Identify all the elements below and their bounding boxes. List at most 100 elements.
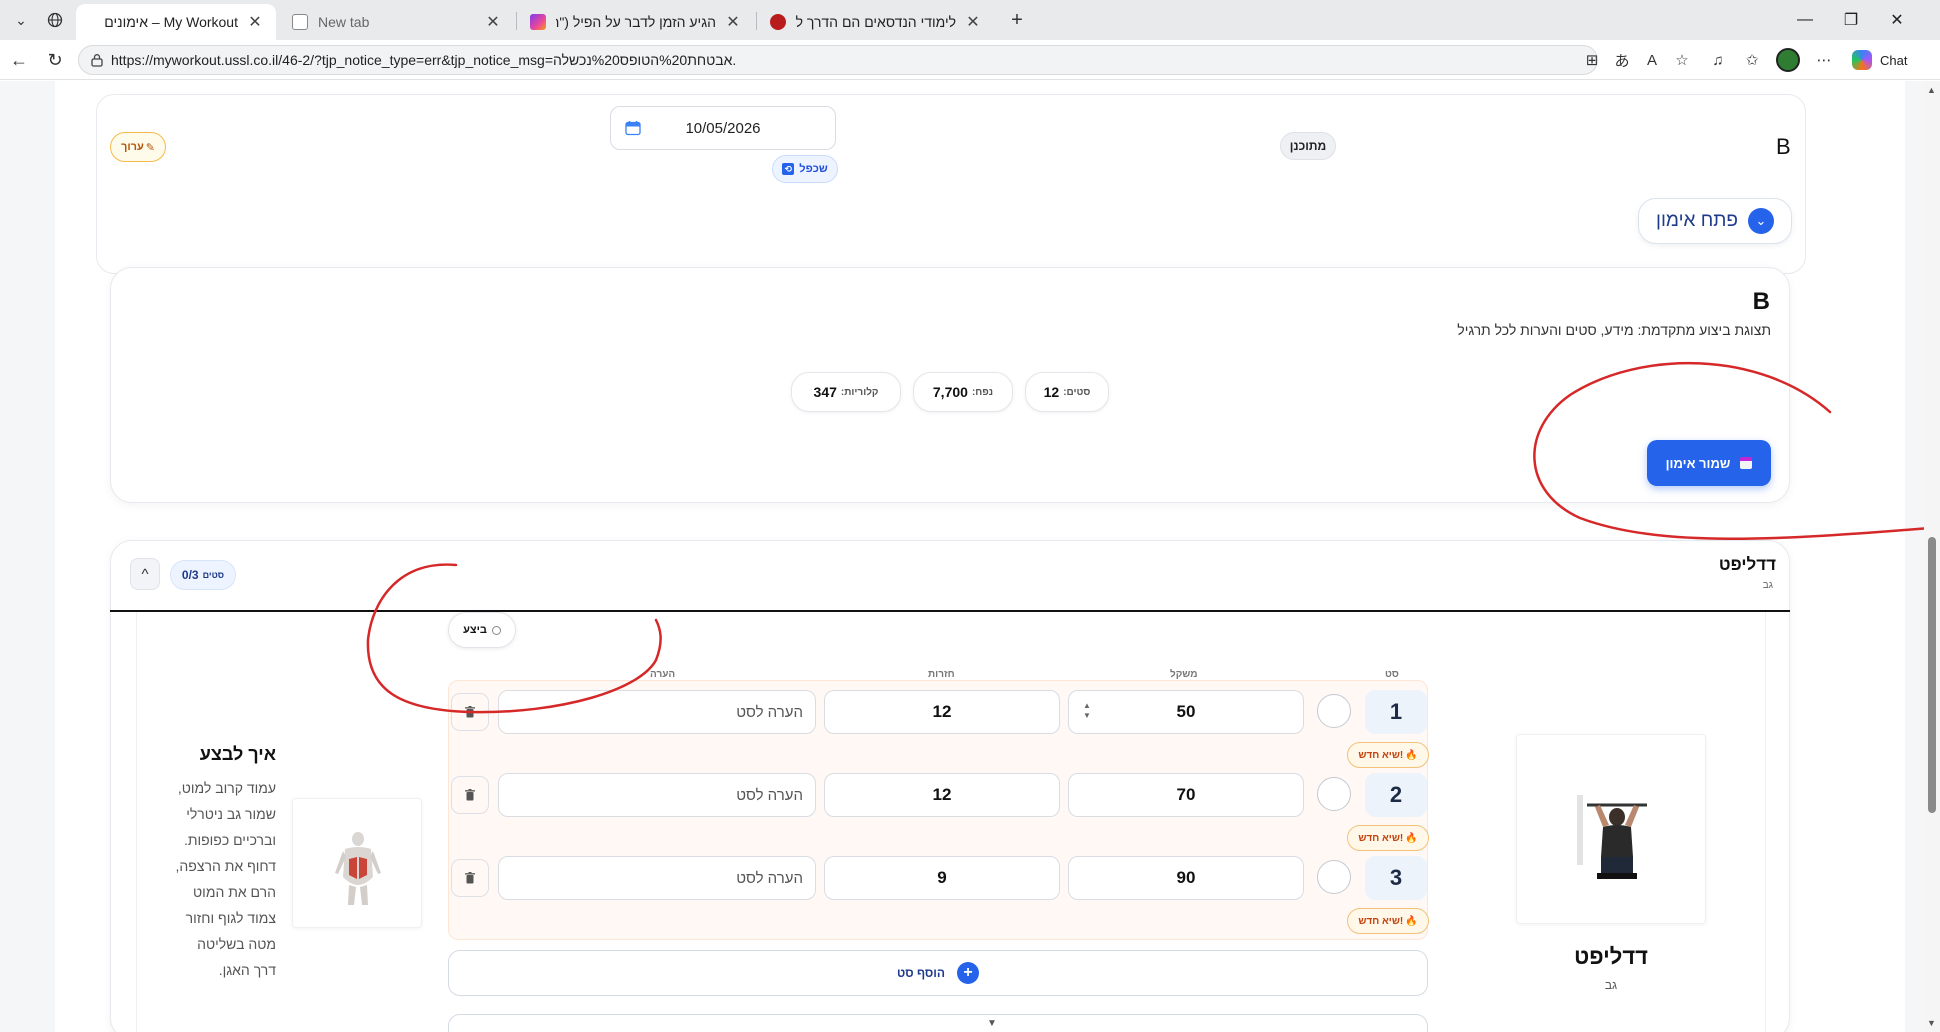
favorite-star-icon[interactable]: ☆	[1672, 50, 1692, 70]
exercise-image	[1516, 734, 1706, 924]
app-available-icon[interactable]: ⊞	[1582, 50, 1602, 70]
set-number: 3	[1365, 856, 1427, 900]
set-complete-checkbox[interactable]	[1317, 777, 1351, 811]
radio-circle-icon	[491, 625, 501, 635]
status-label: מתוכנן	[1289, 139, 1327, 153]
save-workout-button[interactable]: שמור אימון	[1647, 440, 1771, 486]
close-tab-icon[interactable]: ✕	[246, 12, 264, 32]
set-complete-checkbox[interactable]	[1317, 860, 1351, 894]
status-badge: מתוכנן	[1280, 132, 1336, 160]
how-to-text-line: דחוף את הרצפה,	[175, 858, 276, 874]
duplicate-icon: ⟲	[782, 163, 795, 175]
tab-article[interactable]: הגיע הזמן לדבר על הפיל ("הזקן") ש ✕	[518, 4, 754, 40]
reps-value: 12	[932, 785, 952, 804]
summary-subtitle: תצוגת ביצוע מתקדמת: מידע, סטים והערות לכ…	[1457, 322, 1771, 338]
new-record-label: שיא חדש!	[1358, 915, 1404, 927]
restore-icon[interactable]: ❐	[1828, 0, 1874, 40]
reps-input[interactable]: 12	[824, 690, 1060, 734]
scrollbar-thumb[interactable]	[1928, 537, 1936, 813]
set-note-input[interactable]: הערה לסט	[498, 690, 816, 734]
stat-value: 347	[813, 384, 837, 400]
scroll-down-arrow-icon[interactable]: ▼	[1927, 1018, 1936, 1028]
delete-set-trash-icon[interactable]	[451, 776, 489, 814]
workspaces-globe-icon[interactable]	[40, 6, 70, 34]
tab-engineering[interactable]: לימודי הנדסאים הם הדרך להצלחה!! ✕	[758, 4, 994, 40]
exercise-image-subtitle: גב	[1604, 978, 1618, 992]
profile-avatar-icon[interactable]	[1776, 48, 1800, 72]
delete-set-trash-icon[interactable]	[451, 859, 489, 897]
site-favicon-icon	[770, 14, 786, 30]
chevron-up-icon: ^	[141, 565, 149, 583]
how-to-title: איך לבצע	[199, 744, 276, 764]
tab-new-tab[interactable]: New tab ✕	[280, 4, 514, 40]
more-menu-icon[interactable]: ⋯	[1814, 50, 1834, 70]
open-workout-button[interactable]: פתח אימון ⌄	[1638, 198, 1792, 244]
read-aloud-icon[interactable]: A	[1642, 50, 1662, 70]
close-tab-icon[interactable]: ✕	[484, 12, 502, 32]
summary-title: B	[1752, 288, 1770, 315]
reps-value: 9	[937, 868, 947, 887]
date-field[interactable]: 10/05/2026	[610, 106, 836, 150]
minimize-icon[interactable]: —	[1782, 0, 1828, 40]
fire-icon: 🔥	[1405, 832, 1418, 844]
close-tab-icon[interactable]: ✕	[724, 12, 742, 32]
refresh-icon[interactable]: ↻	[40, 46, 70, 74]
col-header-set: סט	[1385, 669, 1399, 680]
col-header-reps: חזרות	[928, 669, 955, 680]
edit-button[interactable]: ערוך ✎	[110, 132, 166, 162]
workout-header-card	[96, 94, 1806, 274]
new-record-label: שיא חדש!	[1358, 749, 1404, 761]
chevron-down-icon: ⌄	[1747, 208, 1774, 234]
stepper-arrows-icon[interactable]: ▲ ▼	[1083, 701, 1091, 721]
duplicate-button[interactable]: ⟲ שכפל	[772, 155, 838, 183]
weight-input[interactable]: 70	[1068, 773, 1304, 817]
address-bar[interactable]: https://myworkout.ussl.co.il/46-2/?tjp_n…	[78, 45, 1598, 75]
add-set-button[interactable]: + הוסף סט	[448, 950, 1428, 996]
copilot-chat-button[interactable]: Chat	[1846, 46, 1924, 74]
set-complete-checkbox[interactable]	[1317, 694, 1351, 728]
stat-calories: קלוריות: 347	[791, 372, 901, 412]
muscle-anatomy-image	[292, 798, 422, 928]
weight-input[interactable]: 90	[1068, 856, 1304, 900]
plus-circle-icon: +	[957, 962, 980, 984]
duplicate-label: שכפל	[799, 163, 828, 175]
reps-input[interactable]: 12	[824, 773, 1060, 817]
tab-my-workout[interactable]: My Workout – אימונים ✕	[76, 4, 276, 40]
set-note-input[interactable]: הערה לסט	[498, 856, 816, 900]
scroll-up-arrow-icon[interactable]: ▲	[1927, 85, 1936, 95]
close-window-icon[interactable]: ✕	[1874, 0, 1920, 40]
calendar-icon	[625, 121, 641, 136]
how-to-text-line: דרך האגן.	[218, 962, 276, 978]
set-note-input[interactable]: הערה לסט	[498, 773, 816, 817]
tab-actions-chevron-icon[interactable]: ⌄	[6, 6, 36, 34]
page-scrollbar[interactable]: ▲ ▼	[1924, 81, 1940, 1032]
back-arrow-icon[interactable]: ←	[4, 46, 34, 74]
close-tab-icon[interactable]: ✕	[964, 12, 982, 32]
translate-icon[interactable]: あ	[1612, 50, 1632, 70]
delete-set-trash-icon[interactable]	[451, 693, 489, 731]
fire-icon: 🔥	[1405, 749, 1418, 761]
exercise-muscle: גב	[1762, 580, 1773, 591]
progress-value: 0/3	[181, 568, 199, 582]
collapse-button[interactable]: ^	[130, 558, 160, 590]
exercise-name: דדליפט	[1718, 555, 1776, 574]
site-info-lock-icon[interactable]	[91, 53, 103, 67]
mark-done-toggle[interactable]: ביצע	[448, 612, 516, 648]
tab-separator	[516, 12, 517, 30]
tab-label: My Workout – אימונים	[104, 14, 238, 30]
reps-input[interactable]: 9	[824, 856, 1060, 900]
stat-label: נפח:	[971, 386, 994, 398]
new-record-label: שיא חדש!	[1358, 832, 1404, 844]
stat-sets: סטים: 12	[1025, 372, 1109, 412]
new-tab-plus-icon[interactable]: +	[1002, 6, 1032, 34]
url-text: https://myworkout.ussl.co.il/46-2/?tjp_n…	[111, 52, 737, 68]
stat-label: קלוריות:	[840, 386, 879, 398]
media-control-icon[interactable]: ♫	[1708, 50, 1728, 70]
weight-input[interactable]: 50 ▲ ▼	[1068, 690, 1304, 734]
tab-label: הגיע הזמן לדבר על הפיל ("הזקן") ש	[556, 14, 716, 30]
stat-value: 7,700	[932, 384, 968, 400]
workout-letter: B	[1776, 134, 1791, 159]
next-row-partial	[448, 1014, 1428, 1032]
done-label: ביצע	[463, 624, 487, 636]
favorites-list-icon[interactable]: ✩	[1742, 50, 1762, 70]
